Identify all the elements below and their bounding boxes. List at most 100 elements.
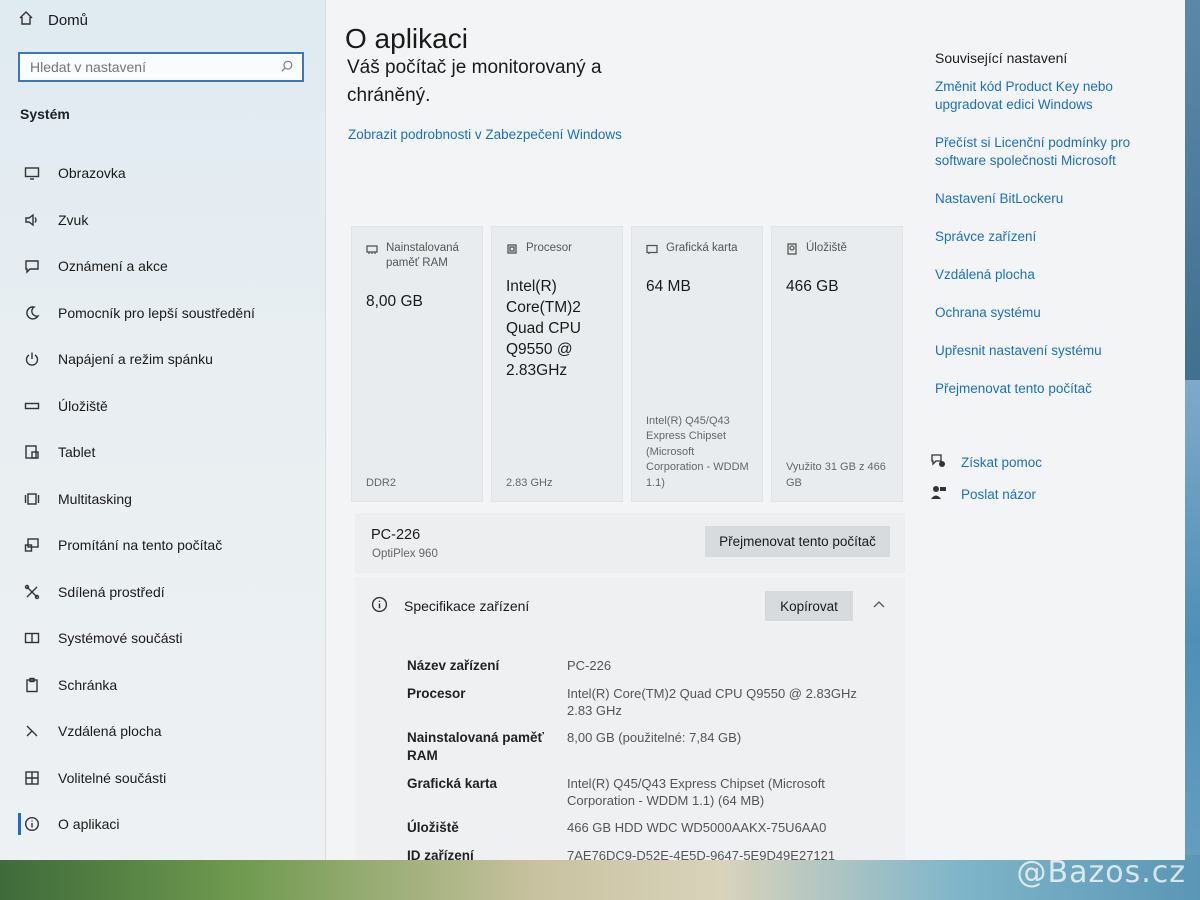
- spec-value: Intel(R) Core(TM)2 Quad CPU Q9550 @ 2.83…: [567, 686, 857, 718]
- shared-icon: [22, 582, 42, 602]
- card-value: 466 GB: [786, 278, 839, 295]
- nav-item-focus[interactable]: Pomocník pro lepší soustředění: [0, 290, 325, 337]
- nav-item-projecting[interactable]: Promítání na tento počítač: [0, 522, 325, 569]
- rename-pc-button[interactable]: Přejmenovat tento počítač: [705, 526, 890, 557]
- rename-pc-link[interactable]: Přejmenovat tento počítač: [935, 380, 1155, 398]
- nav-item-multitasking[interactable]: Multitasking: [0, 476, 325, 523]
- section-title: Systém: [20, 106, 70, 122]
- nav-item-display[interactable]: Obrazovka: [0, 150, 325, 197]
- spec-key: Procesor: [407, 686, 466, 701]
- nav-item-label: Oznámení a akce: [58, 258, 168, 275]
- bitlocker-link[interactable]: Nastavení BitLockeru: [935, 190, 1155, 208]
- card-value: 8,00 GB: [366, 293, 423, 310]
- graphics-card: Grafická karta 64 MB Intel(R) Q45/Q43 Ex…: [631, 226, 763, 502]
- nav-item-storage[interactable]: Úložiště: [0, 383, 325, 430]
- home-label: Domů: [48, 11, 89, 29]
- help-icon: [930, 452, 947, 472]
- spec-value: 8,00 GB (použitelné: 7,84 GB): [567, 730, 742, 745]
- spec-table: Název zařízení PC-226 Procesor Intel(R) …: [407, 657, 857, 860]
- nav-list: Obrazovka Zvuk Oznámení a akce Pomocník …: [0, 150, 325, 848]
- spec-key: Úložiště: [407, 820, 459, 835]
- get-help-link[interactable]: Získat pomoc: [930, 452, 1042, 472]
- info-icon: [22, 814, 42, 834]
- nav-item-power[interactable]: Napájení a režim spánku: [0, 336, 325, 383]
- related-settings: Související nastavení Změnit kód Product…: [935, 50, 1155, 418]
- graphics-icon: [646, 243, 658, 255]
- system-protection-link[interactable]: Ochrana systému: [935, 304, 1155, 322]
- nav-item-label: Multitasking: [58, 490, 132, 507]
- nav-item-label: Pomocník pro lepší soustředění: [58, 304, 255, 321]
- nav-item-label: Zvuk: [58, 211, 89, 228]
- card-subtext: Využito 31 GB z 466 GB: [786, 461, 886, 489]
- projecting-icon: [22, 535, 42, 555]
- get-help-label[interactable]: Získat pomoc: [961, 455, 1042, 470]
- power-icon: [22, 349, 42, 369]
- nav-item-sound[interactable]: Zvuk: [0, 197, 325, 244]
- related-title: Související nastavení: [935, 50, 1068, 66]
- card-value: 64 MB: [646, 278, 691, 295]
- help-section: Získat pomoc Poslat názor: [930, 452, 1042, 516]
- device-manager-link[interactable]: Správce zařízení: [935, 228, 1155, 246]
- nav-item-about[interactable]: O aplikaci: [0, 801, 325, 848]
- search-box[interactable]: [18, 52, 304, 82]
- display-icon: [22, 163, 42, 183]
- card-header: Úložiště: [806, 242, 847, 254]
- nav-item-components[interactable]: Systémové součásti: [0, 615, 325, 662]
- nav-item-tablet[interactable]: Tablet: [0, 429, 325, 476]
- spec-row: Grafická karta Intel(R) Q45/Q43 Express …: [407, 775, 857, 809]
- feedback-label[interactable]: Poslat názor: [961, 487, 1036, 502]
- spec-row: Název zařízení PC-226: [407, 657, 857, 675]
- nav-item-label: Úložiště: [58, 397, 108, 414]
- card-header: Grafická karta: [666, 242, 738, 254]
- nav-item-remote[interactable]: Vzdálená plocha: [0, 708, 325, 755]
- device-spec-panel: Specifikace zařízení Kopírovat Název zař…: [355, 577, 905, 860]
- chevron-up-icon[interactable]: [873, 595, 885, 611]
- nav-item-label: O aplikaci: [58, 816, 120, 833]
- card-value: Intel(R) Core(TM)2 Quad CPU Q9550 @ 2.83…: [506, 278, 581, 379]
- nav-item-shared[interactable]: Sdílená prostředí: [0, 569, 325, 616]
- change-product-key-link[interactable]: Změnit kód Product Key nebo upgradovat e…: [935, 78, 1155, 114]
- main-content: O aplikaci Váš počítač je monitorovaný a…: [325, 0, 1185, 860]
- nav-item-optional[interactable]: Volitelné součásti: [0, 755, 325, 802]
- settings-window: Domů Systém Obrazovka Zvuk Oznámení a ak…: [0, 0, 1185, 860]
- spec-row: Nainstalovaná paměť RAM 8,00 GB (použite…: [407, 729, 857, 765]
- home-icon: [18, 10, 34, 30]
- ram-icon: [366, 243, 378, 255]
- spec-value: Intel(R) Q45/Q43 Express Chipset (Micros…: [567, 776, 825, 808]
- speaker-icon: [22, 210, 42, 230]
- spec-key: ID zařízení: [407, 848, 474, 860]
- advanced-system-settings-link[interactable]: Upřesnit nastavení systému: [935, 342, 1155, 360]
- nav-item-label: Napájení a režim spánku: [58, 351, 213, 368]
- home-link[interactable]: Domů: [18, 10, 88, 30]
- monitor-status-text: Váš počítač je monitorovaný a chráněný.: [347, 57, 602, 106]
- security-details-link[interactable]: Zobrazit podrobnosti v Zabezpečení Windo…: [348, 127, 622, 142]
- card-subtext: Intel(R) Q45/Q43 Express Chipset (Micros…: [646, 414, 749, 489]
- nav-item-label: Systémové součásti: [58, 630, 183, 647]
- ram-card: Nainstalovaná paměť RAM 8,00 GB DDR2: [351, 226, 483, 502]
- spec-row: Úložiště 466 GB HDD WDC WD5000AAKX-75U6A…: [407, 819, 857, 837]
- page-title: O aplikaci: [345, 22, 468, 54]
- components-icon: [22, 628, 42, 648]
- nav-item-label: Sdílená prostředí: [58, 583, 165, 600]
- moon-icon: [22, 303, 42, 323]
- copy-button[interactable]: Kopírovat: [765, 591, 853, 621]
- storage-icon: [22, 396, 42, 416]
- storage-card: Úložiště 466 GB Využito 31 GB z 466 GB: [771, 226, 903, 502]
- spec-value: 7AE76DC9-D52E-4E5D-9647-5E9D49E27121: [567, 848, 836, 860]
- search-icon[interactable]: [272, 59, 302, 76]
- nav-item-label: Volitelné součásti: [58, 769, 167, 786]
- nav-item-clipboard[interactable]: Schránka: [0, 662, 325, 709]
- settings-nav: Domů Systém Obrazovka Zvuk Oznámení a ak…: [0, 0, 326, 860]
- remote-desktop-link[interactable]: Vzdálená plocha: [935, 266, 1155, 284]
- card-subtext: 2.83 GHz: [506, 476, 553, 489]
- nav-item-notifications[interactable]: Oznámení a akce: [0, 243, 325, 290]
- notification-icon: [22, 256, 42, 276]
- feedback-icon: [930, 484, 947, 504]
- license-terms-link[interactable]: Přečíst si Licenční podmínky pro softwar…: [935, 134, 1155, 170]
- spec-key: Grafická karta: [407, 776, 498, 791]
- spec-value: PC-226: [567, 658, 612, 673]
- feedback-link[interactable]: Poslat názor: [930, 484, 1042, 504]
- pc-model: OptiPlex 960: [372, 548, 438, 560]
- pc-name: PC-226: [371, 527, 421, 543]
- search-input[interactable]: [20, 58, 272, 76]
